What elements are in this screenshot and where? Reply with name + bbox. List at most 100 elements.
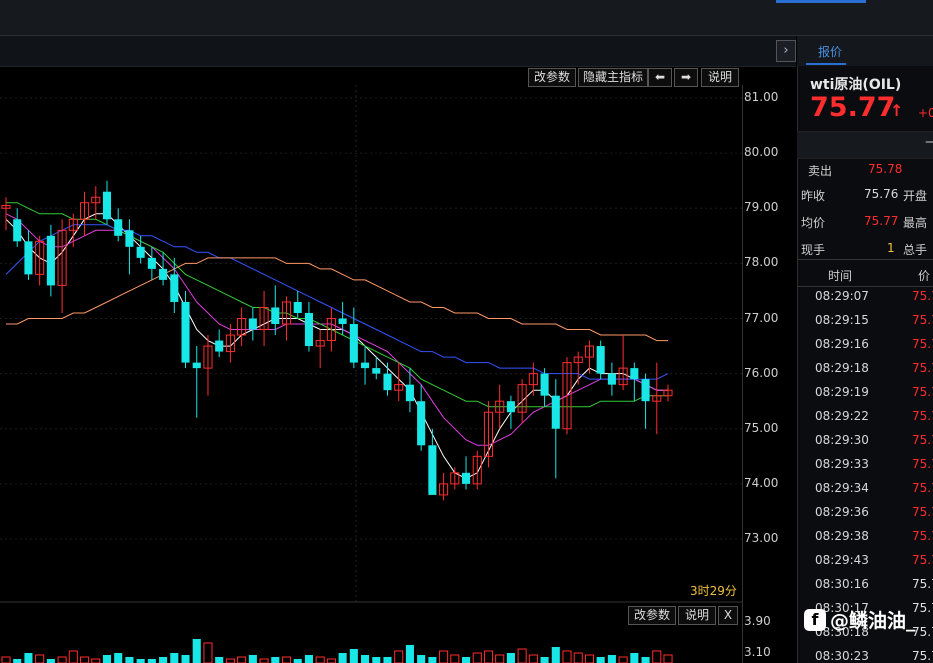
- candle-down: [540, 373, 549, 396]
- volume-bar: [562, 650, 572, 663]
- trade-time: 08:29:22: [815, 409, 869, 423]
- volume-bar: [394, 650, 404, 663]
- trade-time: 08:29:34: [815, 481, 869, 495]
- sell-label: 卖出: [808, 164, 833, 178]
- trade-time: 08:30:23: [815, 649, 869, 663]
- trade-time: 08:29:07: [815, 289, 869, 303]
- candle-down: [147, 257, 156, 269]
- volume-bar: [203, 642, 213, 663]
- trade-time-header: 时间: [828, 269, 853, 283]
- volume-bar: [405, 645, 414, 663]
- volume-bar: [147, 659, 156, 663]
- y-tick-label: 73.00: [744, 531, 779, 545]
- current-hand-value: 1: [887, 241, 895, 255]
- open-label: 开盘: [903, 189, 928, 203]
- candle-down: [181, 301, 190, 363]
- candle-down: [349, 324, 358, 363]
- trade-time: 08:29:30: [815, 433, 869, 447]
- tab-quote[interactable]: 报价: [818, 43, 842, 60]
- y-tick-label: 74.00: [744, 475, 779, 490]
- volume-bar: [170, 653, 179, 663]
- ma5-line: [5, 213, 668, 479]
- chevron-right-icon[interactable]: ›: [776, 40, 796, 62]
- volume-bar: [237, 656, 247, 663]
- trade-time: 08:29:15: [815, 313, 869, 327]
- panel-divider: [797, 259, 933, 260]
- volume-bar: [461, 657, 471, 663]
- trade-time: 08:29:36: [815, 505, 869, 519]
- volume-bar: [596, 657, 605, 663]
- trade-price: 75.7: [912, 385, 933, 399]
- collapse-dash[interactable]: —: [925, 134, 933, 150]
- candle-down: [102, 191, 112, 220]
- volume-bar: [641, 657, 650, 663]
- trade-time: 08:29:16: [815, 337, 869, 351]
- volume-help-button[interactable]: 说明: [678, 606, 716, 625]
- volume-bar: [349, 649, 358, 663]
- time-remaining: 3时29分: [690, 584, 737, 598]
- volume-bar: [315, 656, 325, 663]
- volume-bar: [215, 657, 224, 663]
- volume-bar: [630, 653, 639, 663]
- panel-divider: [797, 131, 933, 159]
- ma60-line: [6, 257, 668, 342]
- sell-value: 75.78: [868, 162, 903, 176]
- avg-price-label: 均价: [801, 216, 826, 230]
- volume-bar: [450, 654, 460, 663]
- watermark: @鳞油油_: [830, 610, 916, 632]
- volume-bar: [181, 655, 190, 663]
- chart-header-bar: [0, 36, 796, 67]
- volume-bar: [506, 653, 515, 663]
- y-tick-label: 75.00: [744, 420, 779, 435]
- avg-price-value: 75.77: [864, 214, 899, 228]
- y-tick-label: 76.00: [744, 365, 779, 380]
- volume-bar: [225, 658, 235, 663]
- volume-bar: [125, 657, 134, 663]
- volume-bar: [24, 653, 33, 663]
- volume-bar: [46, 659, 55, 663]
- close-icon[interactable]: X: [718, 606, 738, 625]
- candle-down: [596, 346, 605, 374]
- total-volume-label: 总手: [903, 243, 928, 257]
- trade-time: 08:29:19: [815, 385, 869, 399]
- volume-bar: [472, 652, 482, 663]
- volume-bar: [439, 650, 449, 663]
- trade-price: 75.7: [912, 361, 933, 375]
- volume-bar: [259, 658, 269, 663]
- volume-params-button[interactable]: 改参数: [628, 606, 676, 625]
- candle-down: [215, 340, 224, 352]
- y-tick-label: 80.00: [744, 145, 779, 160]
- trade-time: 08:29:18: [815, 361, 869, 375]
- last-price: 75.77: [810, 92, 896, 123]
- trade-price: 75.7: [912, 529, 933, 543]
- current-hand-label: 现手: [801, 243, 826, 257]
- volume-bar: [326, 658, 336, 663]
- candle-down: [607, 373, 616, 385]
- volume-bar: [192, 639, 201, 663]
- candle-down: [114, 219, 123, 236]
- candle-down: [159, 268, 168, 280]
- ma20-line: [6, 202, 668, 408]
- volume-bar: [417, 655, 426, 663]
- candlestick-chart[interactable]: [0, 85, 796, 663]
- axis-divider: [742, 85, 743, 663]
- volume-bar: [495, 654, 505, 663]
- candle-down: [13, 219, 22, 242]
- volume-bar: [136, 659, 145, 663]
- candle-down: [248, 318, 257, 330]
- y-tick-label: 81.00: [744, 90, 779, 104]
- volume-bar: [35, 654, 45, 663]
- trade-price: 75.7: [912, 577, 933, 591]
- volume-bar: [584, 654, 594, 663]
- trade-price: 75.7: [912, 313, 933, 327]
- candle-down: [383, 373, 392, 391]
- candle-down: [405, 384, 414, 402]
- prev-close-value: 75.76: [864, 187, 899, 201]
- volume-tick: 3.90: [744, 614, 771, 628]
- trade-price: 75.7: [912, 289, 933, 303]
- candle-down: [304, 312, 313, 347]
- candle-down: [417, 401, 426, 446]
- candle-down: [271, 307, 280, 325]
- trade-time: 08:29:38: [815, 529, 869, 543]
- volume-bar: [528, 654, 538, 663]
